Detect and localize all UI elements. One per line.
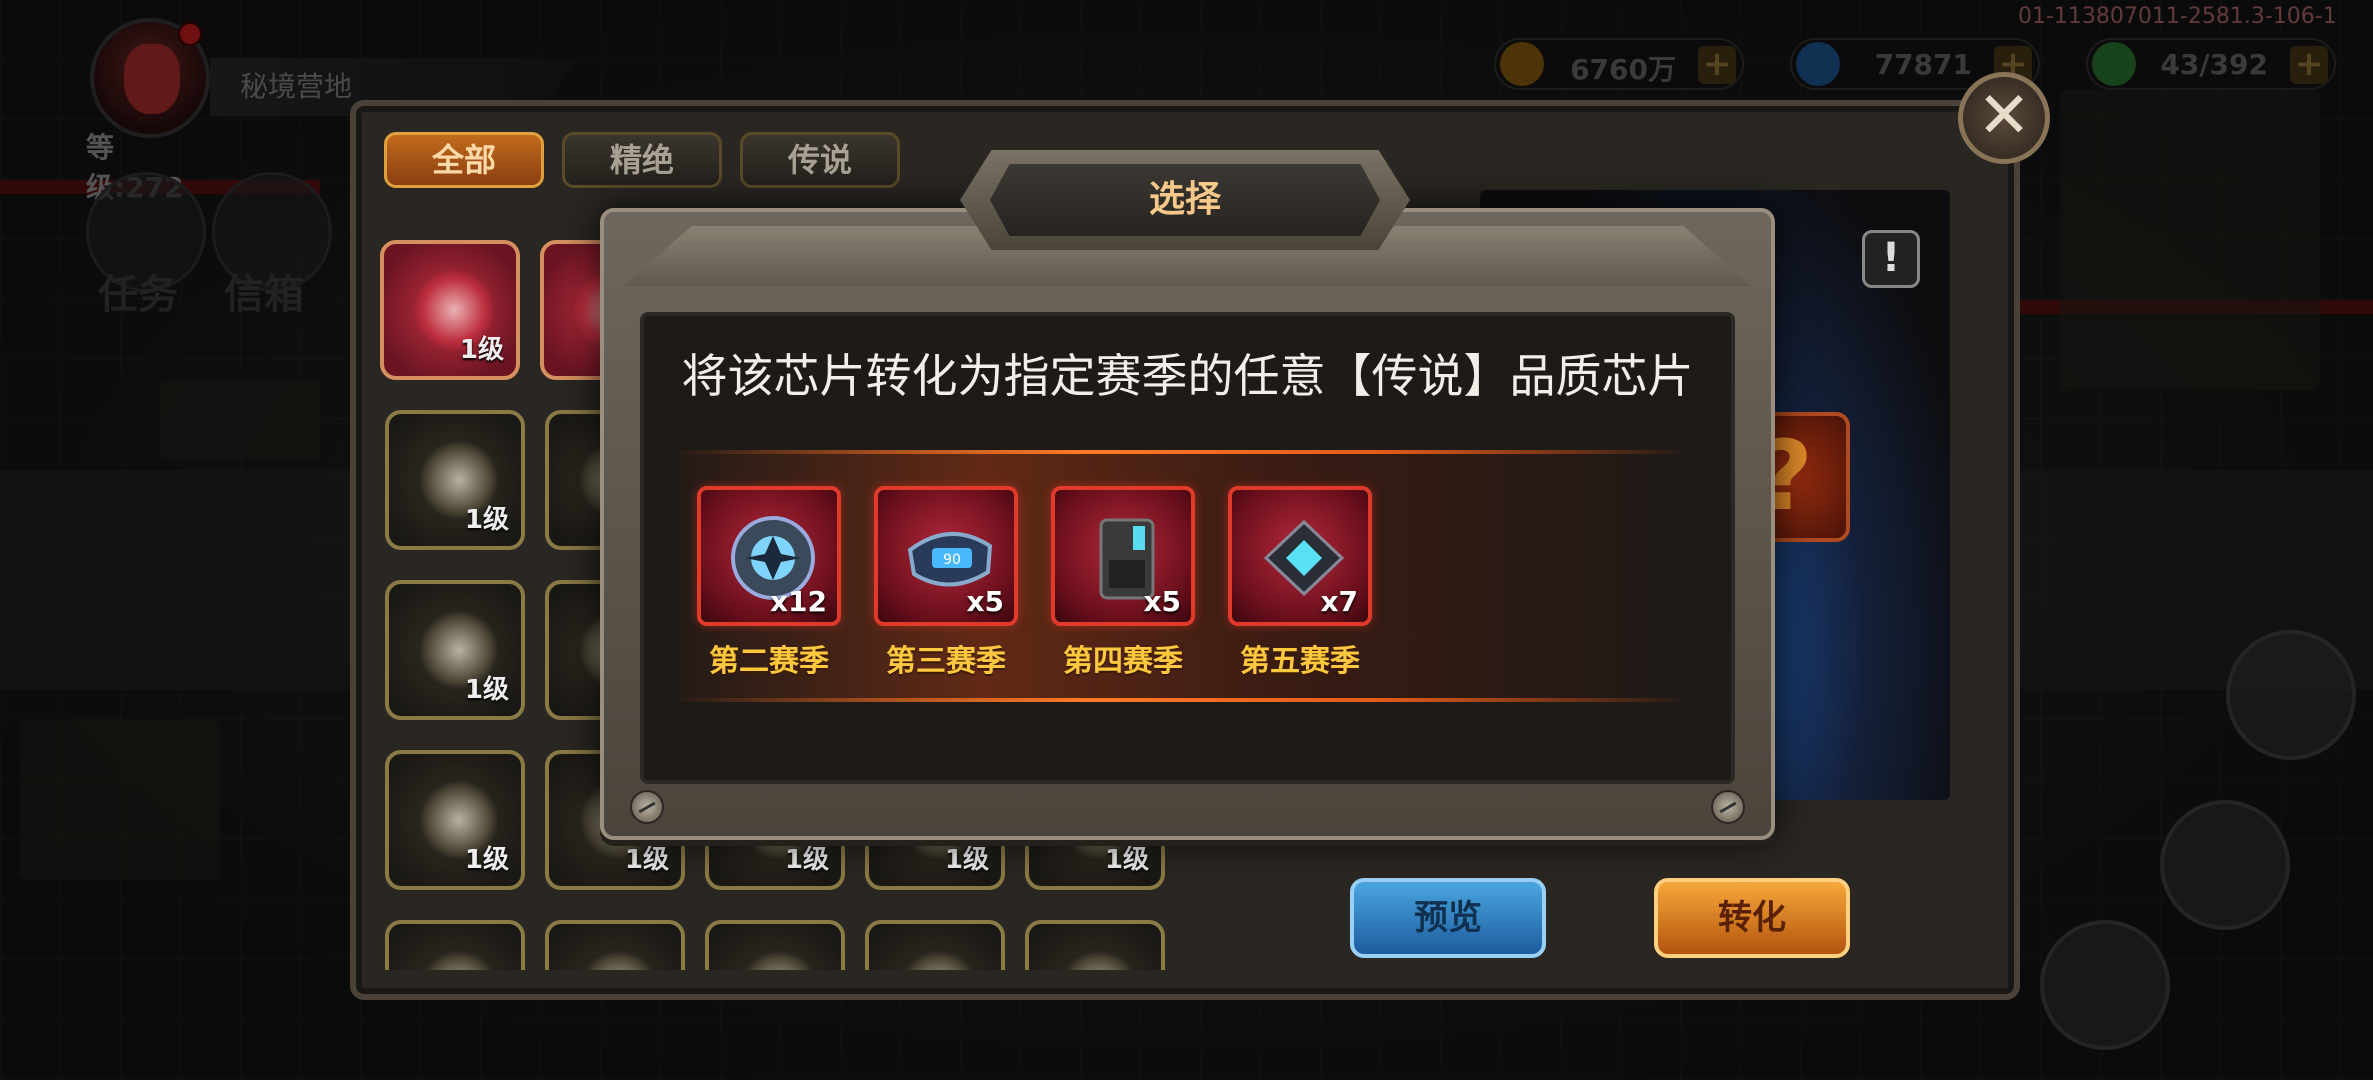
- band-bottom-line: [680, 698, 1690, 702]
- season-chip-icon: x7: [1228, 486, 1372, 626]
- tab-all[interactable]: 全部: [384, 132, 544, 188]
- season-name: 第二赛季: [709, 644, 829, 679]
- chip-level: 1级: [624, 845, 669, 875]
- chip-slot[interactable]: [545, 920, 685, 970]
- chip-slot[interactable]: [865, 920, 1005, 970]
- season-count: x7: [1320, 585, 1358, 618]
- chip-icon: [899, 950, 979, 970]
- season-name: 第五赛季: [1240, 644, 1360, 679]
- season-count: x5: [1143, 585, 1181, 618]
- close-button[interactable]: ✕: [1958, 72, 2050, 164]
- tab-legend[interactable]: 传说: [740, 132, 900, 188]
- season-option-2[interactable]: x12 第二赛季: [697, 486, 841, 680]
- season-chip-icon: x12: [697, 486, 841, 626]
- season-count: x12: [769, 585, 827, 618]
- chip-level: 1级: [944, 845, 989, 875]
- season-name: 第四赛季: [1063, 644, 1183, 679]
- season-name: 第三赛季: [886, 644, 1006, 679]
- chip-level: 1级: [464, 505, 509, 535]
- season-option-4[interactable]: x5 第四赛季: [1051, 486, 1195, 680]
- chip-level: 1级: [1104, 845, 1149, 875]
- dialog-description: 将该芯片转化为指定赛季的任意【传说】品质芯片: [681, 349, 1694, 403]
- band-top-line: [680, 450, 1690, 454]
- dialog-title-plate: 选择: [960, 150, 1410, 250]
- chip-level: 1级: [784, 845, 829, 875]
- chip-slot[interactable]: [385, 920, 525, 970]
- chip-level: 1级: [464, 845, 509, 875]
- season-count: x5: [966, 585, 1004, 618]
- chip-icon: [1059, 950, 1139, 970]
- preview-button[interactable]: 预览: [1350, 878, 1546, 958]
- chip-slot[interactable]: 1级: [385, 580, 525, 720]
- season-chip-icon: 90 x5: [874, 486, 1018, 626]
- chip-level: 1级: [464, 675, 509, 705]
- chip-icon: [419, 950, 499, 970]
- chip-icon: [579, 950, 659, 970]
- season-option-3[interactable]: 90 x5 第三赛季: [874, 486, 1018, 680]
- chip-level: 1级: [459, 335, 504, 365]
- season-chip-icon: x5: [1051, 486, 1195, 626]
- info-icon[interactable]: !: [1862, 230, 1920, 288]
- season-option-5[interactable]: x7 第五赛季: [1228, 486, 1372, 680]
- dialog-title: 选择: [990, 164, 1380, 236]
- chip-slot[interactable]: 1级: [380, 240, 520, 380]
- chip-slot[interactable]: 1级: [385, 750, 525, 890]
- chip-slot[interactable]: [705, 920, 845, 970]
- screw-icon: [1711, 790, 1745, 824]
- screw-icon: [630, 790, 664, 824]
- svg-text:90: 90: [943, 552, 961, 568]
- chip-slot[interactable]: [1025, 920, 1165, 970]
- chip-slot[interactable]: 1级: [385, 410, 525, 550]
- tab-elite[interactable]: 精绝: [562, 132, 722, 188]
- chip-icon: [739, 950, 819, 970]
- convert-button[interactable]: 转化: [1654, 878, 1850, 958]
